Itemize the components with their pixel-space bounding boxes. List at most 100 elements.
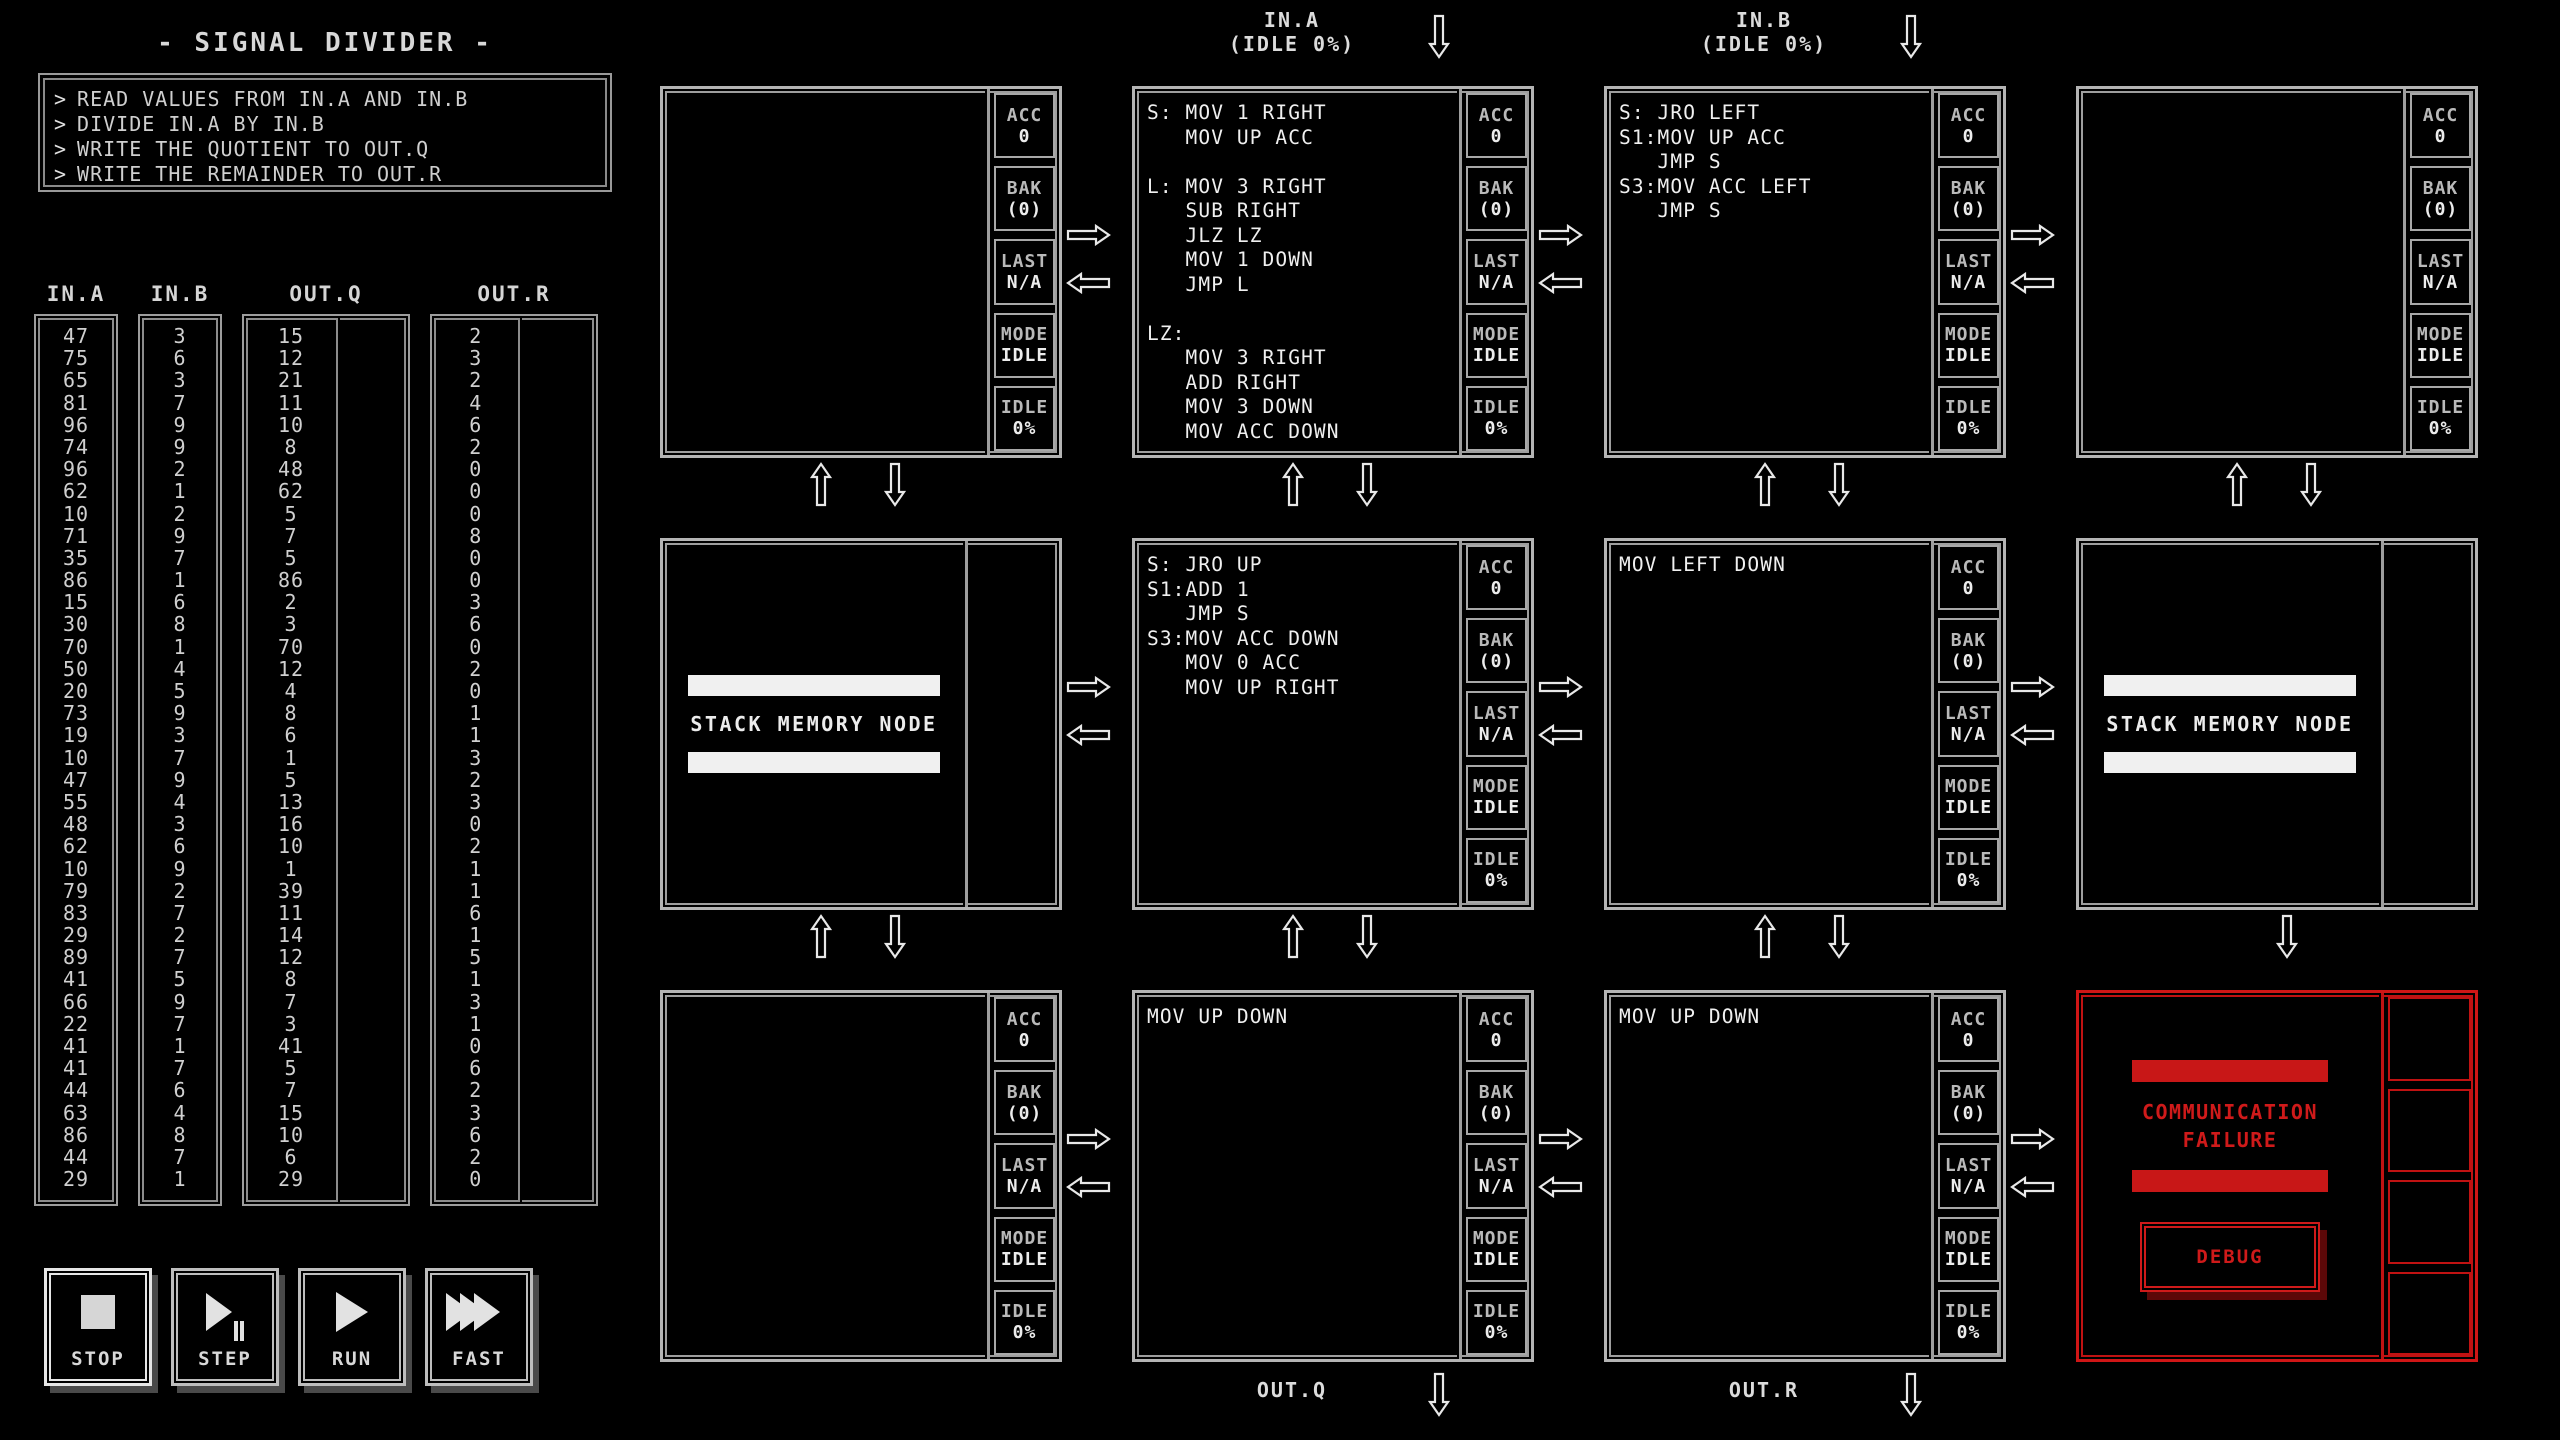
register-name: MODE [1944,324,1993,346]
run-button[interactable]: RUN [298,1268,406,1386]
io-value: 50 [62,656,90,681]
arrow-down-icon [1900,14,1922,60]
io-value: 66 [62,989,90,1014]
io-value: 29 [277,1167,305,1192]
arrow-down-icon [2276,914,2298,960]
error-register-slot [2388,1271,2471,1355]
register-idle: IDLE 0% [1466,385,1527,452]
register-idle: IDLE 0% [1938,1289,1999,1356]
node-n9-compute[interactable]: MOV UP DOWN ACC 0 BAK (0) LAST N/A MODE IDLE IDLE… [1132,990,1534,1362]
code-line: MOV 1 DOWN [1147,248,1314,271]
step-button[interactable]: STEP [171,1268,279,1386]
io-frame-in-b: 363799212971681459379436927275971764871 [138,314,222,1206]
node-code-editor: STACK MEMORY NODE [663,541,968,907]
io-value: 41 [62,967,90,992]
register-bak: BAK (0) [994,166,1055,232]
node-code-editor[interactable]: MOV UP DOWN [1607,993,1934,1359]
node-registers: ACC 0 BAK (0) LAST N/A MODE IDLE IDLE 0% [1462,89,1531,455]
io-value: 3 [173,368,187,393]
register-value: N/A [1478,724,1515,745]
node-code-editor[interactable]: S: JRO UP S1:ADD 1 JMP S S3:MOV ACC DOWN M… [1135,541,1462,907]
node-n0-compute[interactable]: ACC 0 BAK (0) LAST N/A MODE IDLE IDLE 0% [660,86,1062,458]
io-value: 12 [277,346,305,371]
node-code-editor[interactable] [663,89,990,455]
io-value: 12 [277,656,305,681]
node-n8-compute[interactable]: ACC 0 BAK (0) LAST N/A MODE IDLE IDLE 0% [660,990,1062,1362]
stack-node-label: STACK MEMORY NODE [2106,712,2354,736]
stop-button[interactable]: STOP [44,1268,152,1386]
node-registers: ACC 0 BAK (0) LAST N/A MODE IDLE IDLE 0% [1934,993,2003,1359]
io-value: 9 [173,412,187,437]
fast-button[interactable]: FAST [425,1268,533,1386]
node-code-editor[interactable] [2079,89,2406,455]
io-value: 41 [62,1056,90,1081]
io-column-in-b: IN.B 36379921297168145937943692727597176… [138,282,222,1206]
register-mode: MODE IDLE [1938,312,1999,378]
register-value: IDLE [2416,345,2465,367]
node-n1-compute[interactable]: S: MOV 1 RIGHT MOV UP ACC L: MOV 3 RIGHT… [1132,86,1534,458]
node-n6-compute[interactable]: MOV LEFT DOWN ACC 0 BAK (0) LAST N/A MODE IDLE ID… [1604,538,2006,910]
io-header-in-a: IN.A [46,282,106,306]
register-acc: ACC 0 [1938,545,1999,611]
register-value: (0) [1478,198,1515,220]
register-name: LAST [1472,1155,1521,1176]
register-value: N/A [1950,724,1987,745]
io-value: 73 [62,701,90,726]
register-value: IDLE [1472,1249,1521,1271]
node-code-editor[interactable]: MOV LEFT DOWN [1607,541,1934,907]
objective-bullet-icon: > [54,87,68,111]
objective-bullet-icon: > [54,112,68,136]
step-play-pause-icon [206,1293,244,1341]
io-value: 15 [277,324,305,348]
node-n5-compute[interactable]: S: JRO UP S1:ADD 1 JMP S S3:MOV ACC DOWN M… [1132,538,1534,910]
register-acc: ACC 0 [1466,93,1527,159]
io-value: 8 [284,434,298,459]
code-line: S1:ADD 1 [1147,577,1250,601]
port-label-out-r: OUT.R [1728,1378,1800,1402]
error-register-slot [2388,1088,2471,1172]
node-n10-compute[interactable]: MOV UP DOWN ACC 0 BAK (0) LAST N/A MODE IDLE IDLE… [1604,990,2006,1362]
io-frame-in-a: 47 75 65 81 96 74 96 62 10 71 35 86 15 30 70 50 20 73 19 10… [34,314,118,1206]
node-n3-compute[interactable]: ACC 0 BAK (0) LAST N/A MODE IDLE IDLE 0% [2076,86,2478,458]
code-line: MOV 3 DOWN [1147,395,1314,418]
register-value: 0% [1956,1322,1981,1344]
node-code-editor[interactable]: MOV UP DOWN [1135,993,1462,1359]
register-value: (0) [1478,650,1515,672]
io-value: 96 [62,457,90,482]
node-code-editor[interactable]: S: JRO LEFT S1:MOV UP ACC JMP S S3:MOV ACC… [1607,89,1934,455]
error-bar-bottom [2132,1170,2328,1192]
node-registers [2384,993,2475,1359]
register-name: BAK [1006,1081,1043,1103]
io-value: 2 [469,1144,483,1169]
io-value: 11 [277,900,305,925]
register-value: IDLE [1000,345,1049,367]
register-value: IDLE [1000,1249,1049,1271]
register-name: MODE [1000,324,1049,346]
register-name: IDLE [1944,1301,1993,1323]
register-value: N/A [2422,272,2459,293]
register-name: LAST [1944,703,1993,724]
node-registers: ACC 0 BAK (0) LAST N/A MODE IDLE IDLE 0% [1462,993,1531,1359]
register-value: 0% [1956,870,1981,892]
arrow-left-icon [1066,272,1112,294]
io-value: 4 [173,789,187,814]
node-n2-compute[interactable]: S: JRO LEFT S1:MOV UP ACC JMP S S3:MOV ACC… [1604,86,2006,458]
debug-button[interactable]: DEBUG [2140,1222,2320,1292]
io-value: 1 [469,856,483,881]
io-value: 86 [277,568,305,593]
register-value: 0 [1018,1029,1031,1051]
register-name: IDLE [1472,397,1521,419]
code-line: JMP L [1147,272,1250,296]
register-name: IDLE [1944,849,1993,871]
register-last: LAST N/A [1466,239,1527,305]
register-value: 0 [1962,577,1975,599]
io-value: 29 [62,923,90,948]
io-value: 30 [62,612,90,637]
node-code-editor[interactable]: S: MOV 1 RIGHT MOV UP ACC L: MOV 3 RIGHT… [1135,89,1462,455]
arrow-right-icon [1538,676,1584,698]
register-acc: ACC 0 [994,93,1055,159]
node-code-editor[interactable] [663,993,990,1359]
io-value: 7 [173,1056,187,1081]
io-value: 7 [173,745,187,770]
register-name: MODE [1944,1228,1993,1250]
